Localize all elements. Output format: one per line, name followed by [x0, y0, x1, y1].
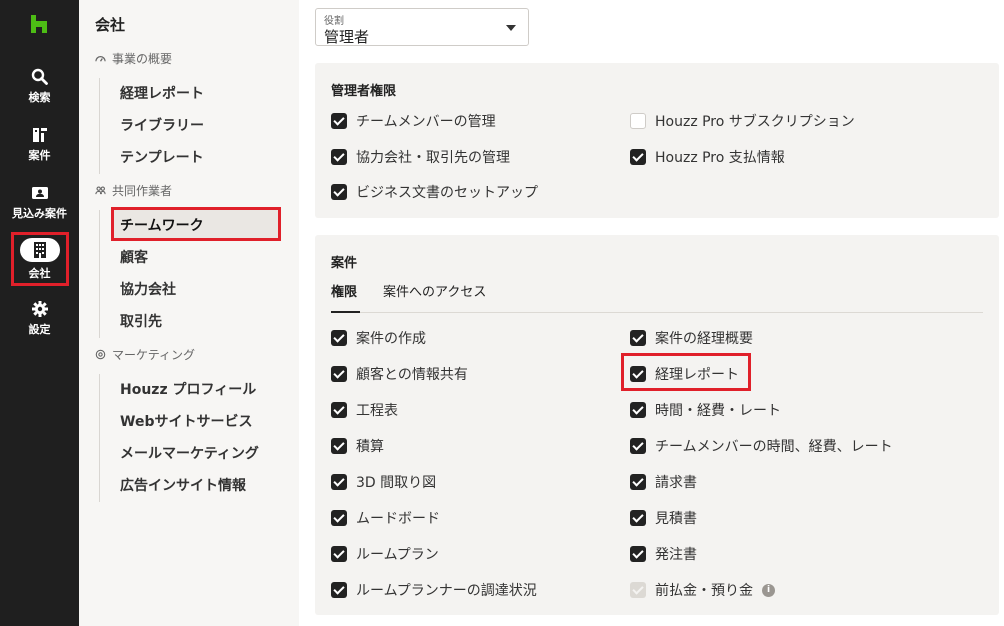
- checkbox-checked-icon: [331, 330, 347, 346]
- checkbox-business-docs[interactable]: ビジネス文書のセットアップ: [331, 182, 538, 202]
- nav-houzz-profile[interactable]: Houzz プロフィール: [120, 379, 256, 399]
- rail-item-search[interactable]: 検索: [0, 68, 79, 105]
- search-icon: [31, 68, 49, 86]
- dashboard-icon: [95, 56, 106, 62]
- checkbox-checked-icon: [630, 402, 646, 418]
- company-subnav: 会社 事業の概要 経理レポート ライブラリー テンプレート 共同作業者 チームワ…: [79, 0, 299, 626]
- rail-label: 設定: [28, 323, 51, 336]
- role-label: 役割: [324, 16, 344, 27]
- houzz-logo-icon[interactable]: [31, 15, 47, 33]
- section-divider: [99, 374, 100, 502]
- gear-icon: [31, 300, 49, 318]
- nav-library[interactable]: ライブラリー: [120, 115, 204, 135]
- checkbox-invoices[interactable]: 請求書: [630, 472, 697, 492]
- checkbox-estimates[interactable]: 積算: [331, 436, 384, 456]
- checkbox-payment-info[interactable]: Houzz Pro 支払情報: [630, 147, 785, 167]
- people-icon: [95, 186, 106, 195]
- checkbox-checked-icon: [630, 474, 646, 490]
- checkbox-project-finance[interactable]: 案件の経理概要: [630, 328, 753, 348]
- checkbox-checked-icon: [331, 113, 347, 129]
- rail-item-settings[interactable]: 設定: [0, 300, 79, 337]
- checkbox-manage-partners[interactable]: 協力会社・取引先の管理: [331, 147, 510, 167]
- checkbox-schedule[interactable]: 工程表: [331, 400, 398, 420]
- checkbox-purchase-orders[interactable]: 発注書: [630, 544, 697, 564]
- projects-tabs: 権限 案件へのアクセス: [331, 283, 983, 313]
- tab-permissions[interactable]: 権限: [331, 283, 360, 313]
- checkbox-checked-icon: [630, 149, 646, 165]
- nav-website-services[interactable]: Webサイトサービス: [120, 411, 252, 431]
- checkbox-team-time-expense[interactable]: チームメンバーの時間、経費、レート: [630, 436, 893, 456]
- projects-icon: [31, 126, 49, 144]
- section-label-collaborators: 共同作業者: [95, 182, 172, 199]
- nav-ad-insights[interactable]: 広告インサイト情報: [120, 475, 246, 495]
- checkbox-room-plan[interactable]: ルームプラン: [331, 544, 439, 564]
- checkbox-retainers: 前払金・預り金 i: [630, 580, 775, 600]
- checkbox-checked-icon: [331, 546, 347, 562]
- checkbox-unchecked-icon: [630, 113, 646, 129]
- nav-vendors[interactable]: 取引先: [120, 311, 162, 331]
- admin-permissions-panel: 管理者権限 チームメンバーの管理 協力会社・取引先の管理 ビジネス文書のセットア…: [315, 63, 999, 218]
- section-label-marketing: マーケティング: [95, 346, 195, 363]
- checkbox-checked-icon: [630, 330, 646, 346]
- checkbox-checked-icon: [331, 510, 347, 526]
- caret-down-icon: [506, 25, 516, 31]
- checkbox-checked-icon: [331, 366, 347, 382]
- checkbox-disabled-icon: [630, 582, 646, 598]
- rail-label: 案件: [28, 149, 51, 162]
- main-content: 役割 管理者 管理者権限 チームメンバーの管理 協力会社・取引先の管理 ビジネス…: [299, 0, 1004, 626]
- checkbox-manage-team[interactable]: チームメンバーの管理: [331, 111, 496, 131]
- checkbox-subscription[interactable]: Houzz Pro サブスクリプション: [630, 111, 855, 131]
- nav-templates[interactable]: テンプレート: [120, 147, 204, 167]
- at-icon: [95, 349, 106, 360]
- role-value: 管理者: [324, 28, 370, 46]
- app-rail: 検索 案件 見込み案件 会社 設定: [0, 0, 79, 626]
- checkbox-3d-floorplan[interactable]: 3D 間取り図: [331, 472, 436, 492]
- checkbox-checked-icon: [331, 402, 347, 418]
- rail-label: 見込み案件: [12, 207, 67, 220]
- checkbox-time-expense-rate[interactable]: 時間・経費・レート: [630, 400, 781, 420]
- nav-financial-report[interactable]: 経理レポート: [120, 83, 204, 103]
- section-divider: [99, 210, 100, 338]
- leads-icon: [31, 184, 49, 202]
- rail-item-leads[interactable]: 見込み案件: [0, 184, 79, 221]
- role-select[interactable]: 役割 管理者: [315, 8, 529, 46]
- checkbox-checked-icon: [630, 546, 646, 562]
- checkbox-checked-icon: [331, 438, 347, 454]
- nav-subcontractors[interactable]: 協力会社: [120, 279, 176, 299]
- nav-email-marketing[interactable]: メールマーケティング: [120, 443, 259, 463]
- projects-permissions-panel: 案件 権限 案件へのアクセス 案件の作成 顧客との情報共有 工程表 積算 3D …: [315, 235, 999, 615]
- section-divider: [99, 78, 100, 174]
- checkbox-checked-icon: [331, 474, 347, 490]
- checkbox-checked-icon: [630, 510, 646, 526]
- highlight-box-company: [11, 232, 69, 286]
- info-icon[interactable]: i: [762, 583, 775, 597]
- checkbox-create-project[interactable]: 案件の作成: [331, 328, 426, 348]
- checkbox-room-planner-procurement[interactable]: ルームプランナーの調達状況: [331, 580, 537, 600]
- tab-project-access[interactable]: 案件へのアクセス: [383, 283, 486, 313]
- checkbox-checked-icon: [331, 184, 347, 200]
- checkbox-checked-icon: [331, 149, 347, 165]
- nav-clients[interactable]: 顧客: [120, 247, 148, 267]
- rail-item-projects[interactable]: 案件: [0, 126, 79, 163]
- highlight-box-teamwork: [111, 207, 281, 241]
- checkbox-checked-icon: [331, 582, 347, 598]
- panel-title: 管理者権限: [331, 84, 397, 99]
- panel-title: 案件: [331, 256, 358, 271]
- checkbox-checked-icon: [630, 438, 646, 454]
- checkbox-moodboard[interactable]: ムードボード: [331, 508, 440, 528]
- checkbox-quotes[interactable]: 見積書: [630, 508, 697, 528]
- subnav-heading: 会社: [95, 16, 126, 34]
- highlight-box-financial-report: [621, 353, 751, 391]
- rail-label: 検索: [28, 91, 51, 104]
- checkbox-client-sharing[interactable]: 顧客との情報共有: [331, 364, 468, 384]
- section-label-business: 事業の概要: [95, 50, 172, 67]
